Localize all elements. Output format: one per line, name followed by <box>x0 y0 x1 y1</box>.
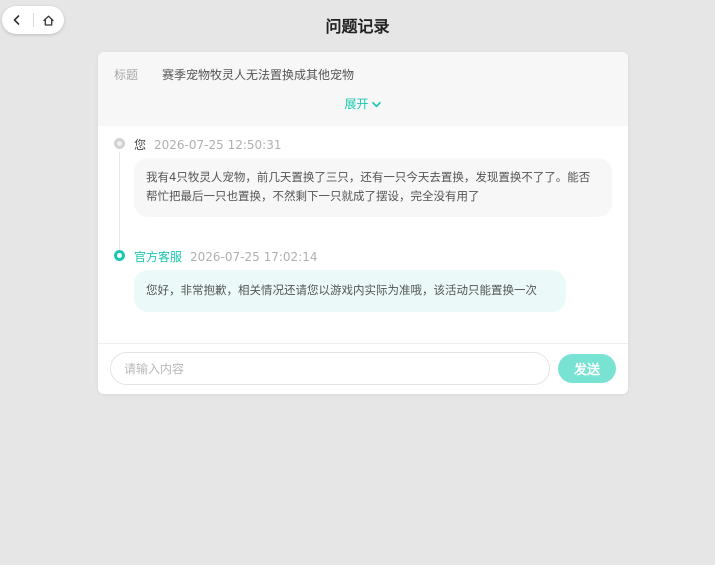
timeline-dot-support <box>114 250 125 261</box>
timeline-line <box>119 152 120 250</box>
message-header: 官方客服 2026-07-25 17:02:14 <box>134 248 317 265</box>
message-bubble-support: 您好，非常抱歉，相关情况还请您以游戏内实际为准哦，该活动只能置换一次 <box>134 270 566 312</box>
message-sender: 您 <box>134 138 147 152</box>
message-input[interactable] <box>110 352 550 385</box>
composer-bar: 发送 <box>98 343 628 394</box>
expand-toggle[interactable]: 展开 <box>98 95 628 112</box>
chevron-down-icon <box>371 101 381 108</box>
timeline-dot-user <box>114 138 125 149</box>
send-button[interactable]: 发送 <box>558 354 616 383</box>
page-title: 问题记录 <box>325 17 390 36</box>
message-sender: 官方客服 <box>134 250 183 264</box>
message-time: 2026-07-25 17:02:14 <box>190 250 318 264</box>
message-time: 2026-07-25 12:50:31 <box>154 138 282 152</box>
ticket-title-value: 赛季宠物牧灵人无法置换成其他宠物 <box>162 68 355 82</box>
ticket-title-section: 标题 赛季宠物牧灵人无法置换成其他宠物 展开 <box>98 52 628 126</box>
message-header: 您 2026-07-25 12:50:31 <box>134 136 281 153</box>
ticket-card: 标题 赛季宠物牧灵人无法置换成其他宠物 展开 您 2026-07-25 12:50… <box>98 52 628 394</box>
ticket-title-label: 标题 <box>114 68 139 82</box>
message-bubble-user: 我有4只牧灵人宠物，前几天置换了三只，还有一只今天去置换，发现置换不了了。能否帮… <box>134 158 612 217</box>
expand-label: 展开 <box>344 97 369 111</box>
